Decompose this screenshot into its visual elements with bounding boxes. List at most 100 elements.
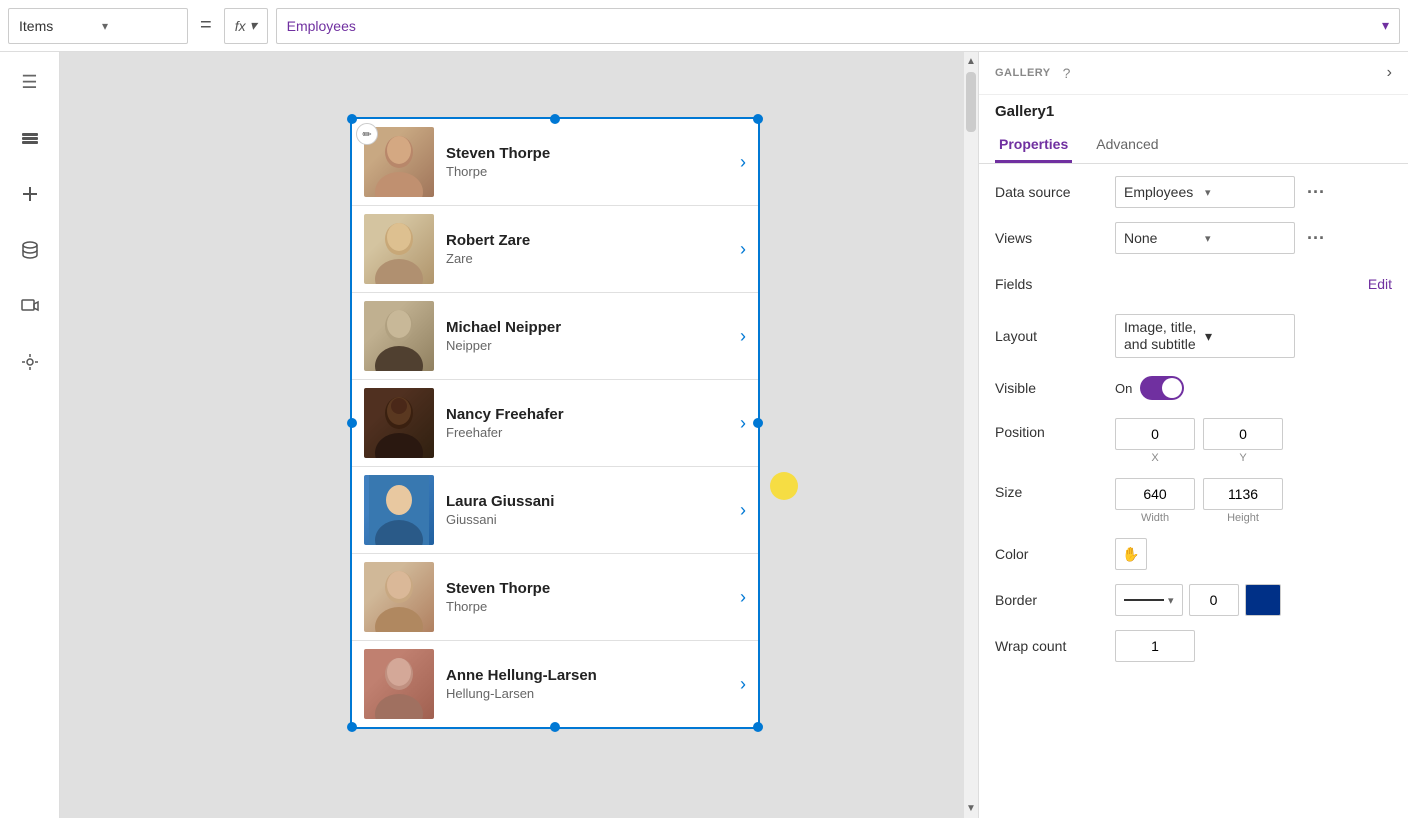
views-dropdown[interactable]: None ▾ (1115, 222, 1295, 254)
help-icon[interactable]: ? (1063, 65, 1071, 81)
gallery-item-arrow-1: › (740, 152, 746, 173)
gallery-item-info-6: Steven Thorpe Thorpe (446, 580, 740, 614)
sidebar-item-database[interactable] (12, 232, 48, 268)
size-group: Width Height (1115, 478, 1392, 524)
canvas-area: ✏ Steven Thorpe Thorpe › Robert Zare Zar… (60, 52, 978, 818)
avatar-laura-giussani (364, 475, 434, 545)
avatar-anne-hellung (364, 649, 434, 719)
sidebar-item-media[interactable] (12, 288, 48, 324)
prop-color: Color ✋ (995, 538, 1392, 570)
component-name: Gallery1 (979, 95, 1408, 128)
toggle-knob (1162, 378, 1182, 398)
scroll-down-arrow[interactable]: ▼ (966, 799, 976, 818)
gallery-item-sub-2: Zare (446, 251, 740, 266)
gallery-component[interactable]: ✏ Steven Thorpe Thorpe › Robert Zare Zar… (350, 117, 760, 729)
gallery-item-arrow-5: › (740, 500, 746, 521)
fields-edit-link[interactable]: Edit (1368, 276, 1392, 292)
gallery-item-sub-3: Neipper (446, 338, 740, 353)
data-source-label: Data source (995, 184, 1115, 200)
sidebar-item-layers[interactable] (12, 120, 48, 156)
views-value-container: None ▾ ··· (1115, 222, 1392, 254)
scroll-thumb[interactable] (966, 72, 976, 132)
fx-label: fx (235, 18, 246, 34)
color-icon: ✋ (1122, 546, 1139, 563)
prop-position: Position X Y (995, 418, 1392, 464)
wrap-count-value (1115, 630, 1392, 662)
gallery-item-name-7: Anne Hellung-Larsen (446, 667, 740, 684)
layout-dropdown[interactable]: Image, title, and subtitle ▾ (1115, 314, 1295, 358)
gallery-row-5[interactable]: Laura Giussani Giussani › (352, 467, 758, 554)
sidebar-item-tools[interactable] (12, 344, 48, 380)
prop-fields: Fields Edit (995, 268, 1392, 300)
fx-chevron-icon: ▾ (250, 17, 257, 34)
position-y-label: Y (1203, 452, 1283, 464)
gallery-item-sub-5: Giussani (446, 512, 740, 527)
data-source-dropdown[interactable]: Employees ▾ (1115, 176, 1295, 208)
position-y-input[interactable] (1203, 418, 1283, 450)
top-bar: Items ▾ = fx ▾ Employees ▾ (0, 0, 1408, 52)
gallery-item-arrow-2: › (740, 239, 746, 260)
left-sidebar: ☰ (0, 52, 60, 818)
views-more-button[interactable]: ··· (1307, 228, 1325, 249)
prop-visible: Visible On (995, 372, 1392, 404)
prop-size: Size Width Height (995, 478, 1392, 524)
data-source-chevron-icon: ▾ (1205, 186, 1286, 199)
gallery-item-arrow-7: › (740, 674, 746, 695)
gallery-item-info-7: Anne Hellung-Larsen Hellung-Larsen (446, 667, 740, 701)
position-x-input[interactable] (1115, 418, 1195, 450)
visible-toggle[interactable] (1140, 376, 1184, 400)
gallery-item-sub-4: Freehafer (446, 425, 740, 440)
prop-border: Border ▾ (995, 584, 1392, 616)
border-controls: ▾ (1115, 584, 1392, 616)
tab-properties[interactable]: Properties (995, 128, 1072, 163)
panel-tabs: Properties Advanced (979, 128, 1408, 164)
border-color-swatch[interactable] (1245, 584, 1281, 616)
avatar-robert-zare (364, 214, 434, 284)
gallery-item-name-1: Steven Thorpe (446, 145, 740, 162)
border-style-chevron-icon: ▾ (1168, 594, 1174, 607)
items-chevron-icon: ▾ (102, 19, 177, 33)
gallery-row-7[interactable]: Anne Hellung-Larsen Hellung-Larsen › (352, 641, 758, 727)
gallery-item-name-2: Robert Zare (446, 232, 740, 249)
gallery-row-1[interactable]: ✏ Steven Thorpe Thorpe › (352, 119, 758, 206)
prop-data-source: Data source Employees ▾ ··· (995, 176, 1392, 208)
formula-text: Employees (287, 18, 356, 34)
scroll-up-arrow[interactable]: ▲ (966, 52, 976, 71)
gallery-item-sub-6: Thorpe (446, 599, 740, 614)
gallery-row-2[interactable]: Robert Zare Zare › (352, 206, 758, 293)
avatar-michael-neipper (364, 301, 434, 371)
layout-chevron-icon: ▾ (1205, 328, 1286, 345)
color-label: Color (995, 546, 1115, 562)
canvas-scrollbar[interactable]: ▲ ▼ (964, 52, 978, 818)
color-swatch[interactable]: ✋ (1115, 538, 1147, 570)
gallery-item-name-5: Laura Giussani (446, 493, 740, 510)
sidebar-item-add[interactable] (12, 176, 48, 212)
border-line-icon (1124, 599, 1164, 601)
size-width-input[interactable] (1115, 478, 1195, 510)
fx-button[interactable]: fx ▾ (224, 8, 268, 44)
wrap-count-input[interactable] (1115, 630, 1195, 662)
pencil-icon: ✏ (356, 123, 378, 145)
gallery-row-3[interactable]: Michael Neipper Neipper › (352, 293, 758, 380)
items-dropdown[interactable]: Items ▾ (8, 8, 188, 44)
data-source-more-button[interactable]: ··· (1307, 182, 1325, 203)
border-style-dropdown[interactable]: ▾ (1115, 584, 1183, 616)
visible-on-label: On (1115, 381, 1132, 396)
tab-advanced[interactable]: Advanced (1092, 128, 1162, 163)
gallery-row-6[interactable]: Steven Thorpe Thorpe › (352, 554, 758, 641)
position-x-label: X (1115, 452, 1195, 464)
border-width-input[interactable] (1189, 584, 1239, 616)
position-group: X Y (1115, 418, 1392, 464)
equals-sign: = (196, 14, 216, 37)
expand-button[interactable]: › (1387, 64, 1392, 82)
gallery-row-4[interactable]: Nancy Freehafer Freehafer › (352, 380, 758, 467)
color-value: ✋ (1115, 538, 1392, 570)
gallery-item-sub-7: Hellung-Larsen (446, 686, 740, 701)
views-chevron-icon: ▾ (1205, 232, 1286, 245)
sidebar-item-hamburger[interactable]: ☰ (12, 64, 48, 100)
formula-bar[interactable]: Employees ▾ (276, 8, 1400, 44)
right-panel: GALLERY ? › Gallery1 Properties Advanced… (978, 52, 1408, 818)
size-height-input[interactable] (1203, 478, 1283, 510)
fields-label: Fields (995, 276, 1115, 292)
items-label: Items (19, 18, 94, 34)
